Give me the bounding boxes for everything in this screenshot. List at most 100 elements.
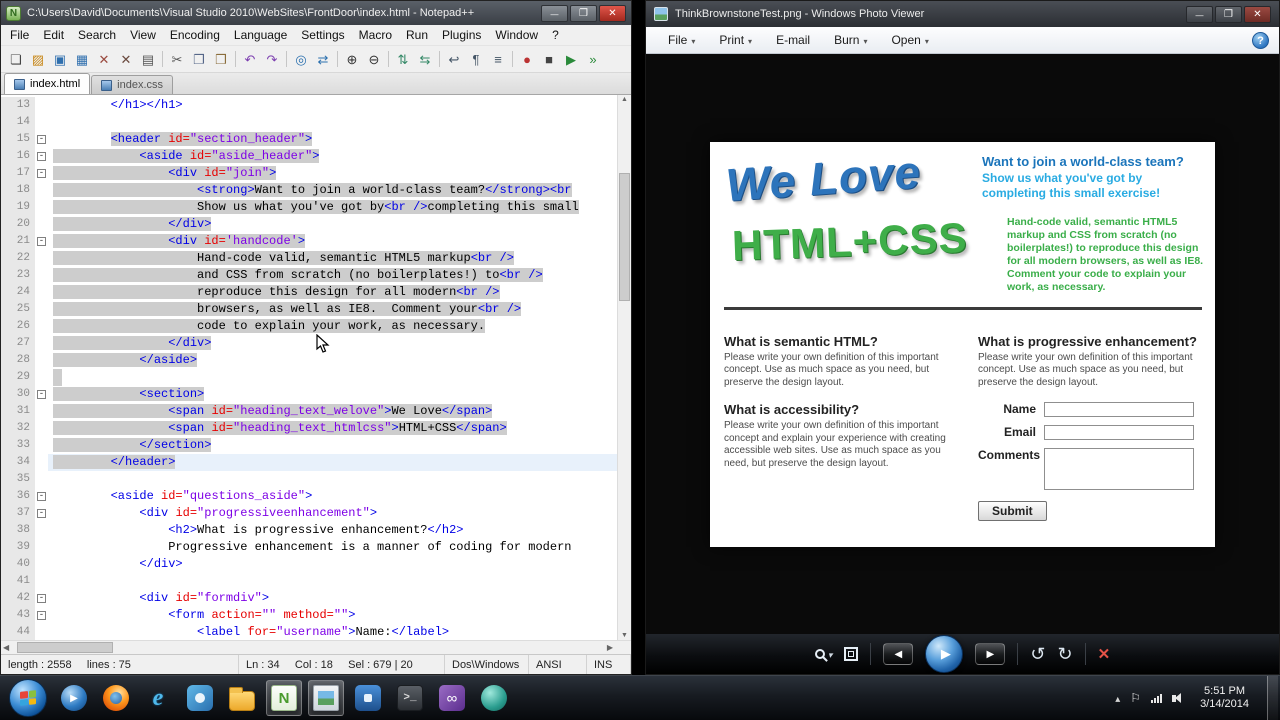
code-line-20[interactable]: 20 </div> xyxy=(1,216,617,233)
code-line-30[interactable]: 30- <section> xyxy=(1,386,617,403)
viewer-menu-email[interactable]: E-mail xyxy=(764,27,822,53)
previous-button[interactable] xyxy=(883,643,914,665)
run-macro-multiple-icon[interactable]: » xyxy=(583,49,603,69)
close-icon[interactable]: ✕ xyxy=(94,49,114,69)
taskbar-icon-firefox[interactable] xyxy=(98,680,134,716)
code-line-37[interactable]: 37- <div id="progressiveenhancement"> xyxy=(1,505,617,522)
action-center-icon[interactable] xyxy=(1130,689,1141,707)
minimize-button[interactable] xyxy=(541,4,568,22)
indent-guide-icon[interactable]: ≡ xyxy=(488,49,508,69)
rotate-clockwise-button[interactable] xyxy=(1057,645,1072,663)
taskbar-icon-app-blue[interactable] xyxy=(350,680,386,716)
notepad-titlebar[interactable]: C:\Users\David\Documents\Visual Studio 2… xyxy=(1,1,631,25)
code-line-40[interactable]: 40 </div> xyxy=(1,556,617,573)
zoom-out-icon[interactable]: ⊖ xyxy=(364,49,384,69)
code-line-41[interactable]: 41 xyxy=(1,573,617,590)
horizontal-scrollbar[interactable] xyxy=(1,640,631,654)
word-wrap-icon[interactable]: ↩ xyxy=(444,49,464,69)
volume-icon[interactable] xyxy=(1172,692,1182,703)
vertical-scrollbar-thumb[interactable] xyxy=(619,173,630,301)
code-line-32[interactable]: 32 <span id="heading_text_htmlcss">HTML+… xyxy=(1,420,617,437)
menu-language[interactable]: Language xyxy=(227,26,294,44)
close-all-icon[interactable]: ✕ xyxy=(116,49,136,69)
code-line-23[interactable]: 23 and CSS from scratch (no boilerplates… xyxy=(1,267,617,284)
tab-index.css[interactable]: index.css xyxy=(91,75,173,94)
sync-vertical-icon[interactable]: ⇅ xyxy=(393,49,413,69)
zoom-icon[interactable] xyxy=(814,645,833,663)
menu-plugins[interactable]: Plugins xyxy=(435,26,488,44)
print-icon[interactable]: ▤ xyxy=(138,49,158,69)
code-line-19[interactable]: 19 Show us what you've got by<br />compl… xyxy=(1,199,617,216)
taskbar-icon-visual-studio[interactable] xyxy=(434,680,470,716)
tab-index.html[interactable]: index.html xyxy=(4,73,91,94)
code-line-28[interactable]: 28 </aside> xyxy=(1,352,617,369)
close-button[interactable] xyxy=(599,4,626,22)
show-all-characters-icon[interactable]: ¶ xyxy=(466,49,486,69)
code-line-27[interactable]: 27 </div> xyxy=(1,335,617,352)
help-icon[interactable] xyxy=(1252,31,1269,49)
close-button[interactable] xyxy=(1244,5,1271,23)
code-line-44[interactable]: 44 <label for="username">Name:</label> xyxy=(1,624,617,640)
code-line-29[interactable]: 29 xyxy=(1,369,617,386)
code-line-26[interactable]: 26 code to explain your work, as necessa… xyxy=(1,318,617,335)
viewer-menu-file[interactable]: File xyxy=(656,27,707,53)
code-line-16[interactable]: 16- <aside id="aside_header"> xyxy=(1,148,617,165)
save-icon[interactable]: ▣ xyxy=(50,49,70,69)
cut-icon[interactable]: ✂ xyxy=(167,49,187,69)
horizontal-scrollbar-thumb[interactable] xyxy=(17,642,113,653)
taskbar-icon-app-teal[interactable] xyxy=(476,680,512,716)
photo-viewer-titlebar[interactable]: ThinkBrownstoneTest.png - Windows Photo … xyxy=(646,1,1279,27)
paste-icon[interactable]: ❒ xyxy=(211,49,231,69)
code-line-43[interactable]: 43- <form action="" method=""> xyxy=(1,607,617,624)
editor[interactable]: 13 </h1></h1> 14 15- <header id="section_h… xyxy=(1,95,631,640)
code-line-15[interactable]: 15- <header id="section_header"> xyxy=(1,131,617,148)
menu-edit[interactable]: Edit xyxy=(36,26,71,44)
code-line-36[interactable]: 36- <aside id="questions_aside"> xyxy=(1,488,617,505)
actual-size-icon[interactable] xyxy=(844,647,859,661)
record-macro-icon[interactable]: ● xyxy=(517,49,537,69)
menu-window[interactable]: Window xyxy=(488,26,545,44)
menu-run[interactable]: Run xyxy=(399,26,435,44)
menu-view[interactable]: View xyxy=(123,26,163,44)
code-line-22[interactable]: 22 Hand-code valid, semantic HTML5 marku… xyxy=(1,250,617,267)
taskbar-icon-photo-viewer[interactable] xyxy=(308,680,344,716)
delete-button[interactable] xyxy=(1098,645,1111,663)
sync-horizontal-icon[interactable]: ⇆ xyxy=(415,49,435,69)
menu-search[interactable]: Search xyxy=(71,26,123,44)
code-line-18[interactable]: 18 <strong>Want to join a world-class te… xyxy=(1,182,617,199)
code-line-17[interactable]: 17- <div id="join"> xyxy=(1,165,617,182)
code-line-25[interactable]: 25 browsers, as well as IE8. Comment you… xyxy=(1,301,617,318)
save-all-icon[interactable]: ▦ xyxy=(72,49,92,69)
minimize-button[interactable] xyxy=(1186,5,1213,23)
code-line-38[interactable]: 38 <h2>What is progressive enhancement?<… xyxy=(1,522,617,539)
play-slideshow-button[interactable] xyxy=(925,635,964,673)
code-line-35[interactable]: 35 xyxy=(1,471,617,488)
code-line-33[interactable]: 33 </section> xyxy=(1,437,617,454)
menu-settings[interactable]: Settings xyxy=(294,26,351,44)
zoom-in-icon[interactable]: ⊕ xyxy=(342,49,362,69)
code-line-31[interactable]: 31 <span id="heading_text_welove">We Lov… xyxy=(1,403,617,420)
copy-icon[interactable]: ❐ xyxy=(189,49,209,69)
code-line-42[interactable]: 42- <div id="formdiv"> xyxy=(1,590,617,607)
taskbar-icon-messenger[interactable] xyxy=(182,680,218,716)
taskbar-icon-notepad-plus-plus[interactable] xyxy=(266,680,302,716)
taskbar-icon-internet-explorer[interactable] xyxy=(140,680,176,716)
find-icon[interactable]: ◎ xyxy=(291,49,311,69)
code-line-13[interactable]: 13 </h1></h1> xyxy=(1,97,617,114)
stop-macro-icon[interactable]: ■ xyxy=(539,49,559,69)
show-hidden-icons-button[interactable] xyxy=(1115,689,1120,707)
menu-macro[interactable]: Macro xyxy=(352,26,399,44)
taskbar-icon-explorer[interactable] xyxy=(224,680,260,716)
vertical-scrollbar[interactable] xyxy=(617,95,631,640)
start-button[interactable] xyxy=(9,679,47,717)
taskbar-clock[interactable]: 5:51 PM 3/14/2014 xyxy=(1192,685,1257,711)
menu-encoding[interactable]: Encoding xyxy=(163,26,227,44)
undo-icon[interactable]: ↶ xyxy=(240,49,260,69)
taskbar-icon-media-player[interactable] xyxy=(56,680,92,716)
maximize-button[interactable] xyxy=(570,4,597,22)
redo-icon[interactable]: ↷ xyxy=(262,49,282,69)
menu-help[interactable]: ? xyxy=(545,26,566,44)
menu-file[interactable]: File xyxy=(3,26,36,44)
viewer-menu-open[interactable]: Open xyxy=(879,27,940,53)
replace-icon[interactable]: ⇄ xyxy=(313,49,333,69)
